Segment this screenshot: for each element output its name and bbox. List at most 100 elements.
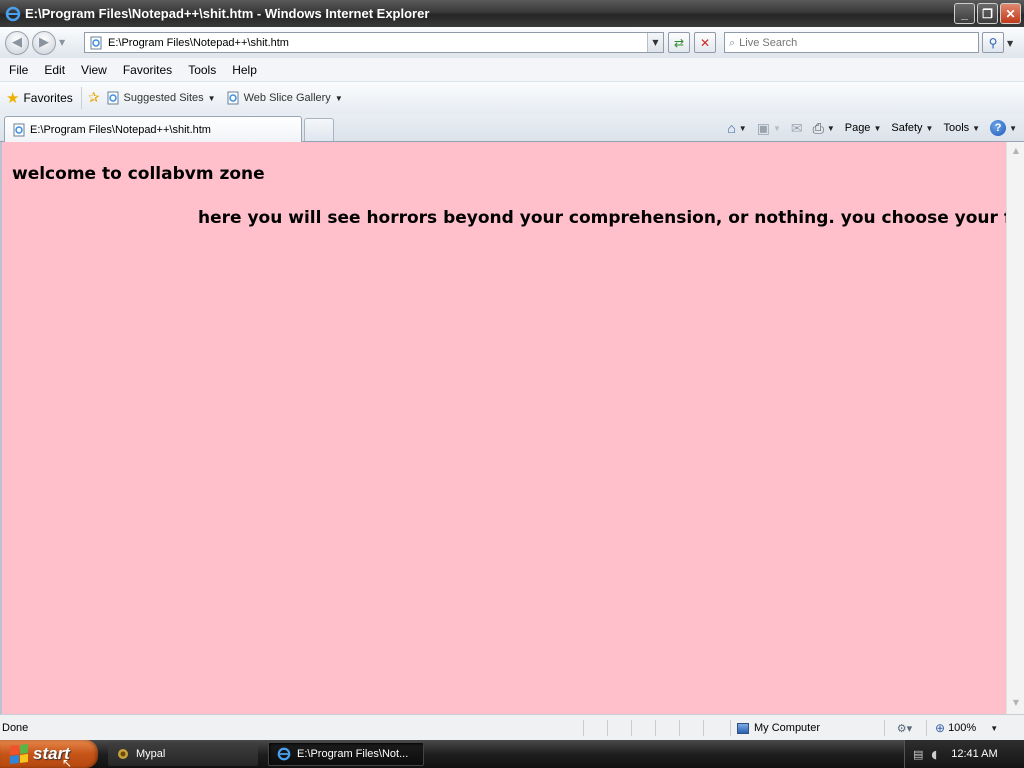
chevron-down-icon: ▼ xyxy=(925,123,934,133)
chevron-down-icon: ▼ xyxy=(738,123,747,133)
home-button[interactable]: ⌂ ▼ xyxy=(724,120,749,136)
stop-button[interactable]: ✕ xyxy=(694,32,716,53)
status-text: Done xyxy=(2,721,29,734)
tools-menu-button[interactable]: Tools ▼ xyxy=(940,122,983,134)
status-pane xyxy=(703,720,727,736)
page-heading: welcome to collabvm zone xyxy=(12,164,265,184)
search-input[interactable] xyxy=(739,36,960,49)
favorites-label: Favorites xyxy=(23,91,73,105)
clock[interactable]: 12:41 AM xyxy=(951,748,997,760)
mouse-cursor-icon: ↖ xyxy=(62,756,73,768)
status-pane xyxy=(631,720,655,736)
page-icon xyxy=(13,123,25,136)
page-menu-button[interactable]: Page ▼ xyxy=(842,122,885,134)
taskbar-button-label: Mypal xyxy=(136,748,166,760)
menu-edit[interactable]: Edit xyxy=(36,63,73,77)
taskbar-button-label: E:\Program Files\Not... xyxy=(297,748,409,760)
mypal-icon xyxy=(118,749,128,759)
add-to-favorites-bar-icon[interactable]: ✰ xyxy=(88,90,100,106)
address-url[interactable]: E:\Program Files\Notepad++\shit.htm xyxy=(108,37,289,49)
safety-menu-button[interactable]: Safety ▼ xyxy=(888,122,936,134)
rss-feed-icon: ▣ xyxy=(756,119,770,136)
stop-icon: ✕ xyxy=(699,35,711,50)
start-button[interactable]: start xyxy=(0,740,98,768)
menu-view[interactable]: View xyxy=(73,63,115,77)
web-slice-gallery-label: Web Slice Gallery xyxy=(243,92,331,104)
mail-icon: ✉ xyxy=(790,119,803,136)
scroll-up-icon[interactable]: ▲ xyxy=(1010,146,1022,158)
navigation-bar: ◀ ▶ ▼ E:\Program Files\Notepad++\shit.ht… xyxy=(0,27,1024,58)
read-mail-button[interactable]: ✉ xyxy=(788,120,806,137)
favorites-bar: ★ Favorites ✰ Suggested Sites ▼ Web Slic… xyxy=(0,82,1024,114)
vertical-scrollbar[interactable]: ▲ ▼ xyxy=(1006,142,1024,714)
magnifier-icon: ⚲ xyxy=(988,35,998,50)
back-button[interactable]: ◀ xyxy=(5,30,29,55)
status-pane xyxy=(679,720,703,736)
window-title: E:\Program Files\Notepad++\shit.htm - Wi… xyxy=(25,6,430,21)
search-options-dropdown[interactable]: ▼ xyxy=(1007,39,1013,48)
address-bar[interactable]: E:\Program Files\Notepad++\shit.htm ▼ xyxy=(84,32,664,53)
new-tab-button[interactable] xyxy=(304,118,334,141)
taskbar: start Mypal E:\Program Files\Not... ▤ ◖ … xyxy=(0,740,1024,768)
close-button[interactable]: ✕ xyxy=(1000,3,1021,24)
star-icon: ★ xyxy=(6,90,20,107)
help-button[interactable]: ? ▼ xyxy=(987,120,1020,136)
zoom-button[interactable]: ⊕ 100% ▼ xyxy=(926,720,1016,736)
refresh-icon: ⇄ xyxy=(673,35,685,50)
printer-icon: ⎙ xyxy=(812,119,824,136)
status-bar: Done My Computer ⚙▾ ⊕ 100% ▼ xyxy=(0,714,1024,740)
gear-icon: ⚙▾ xyxy=(896,721,913,735)
chevron-down-icon: ▼ xyxy=(1009,123,1017,133)
menu-tools[interactable]: Tools xyxy=(180,63,224,77)
suggested-sites-label: Suggested Sites xyxy=(123,92,204,104)
restore-button[interactable]: ❐ xyxy=(977,3,998,24)
security-zone-label: My Computer xyxy=(754,722,821,734)
computer-icon xyxy=(737,722,749,734)
address-dropdown-button[interactable]: ▼ xyxy=(647,33,663,52)
menu-file[interactable]: File xyxy=(0,63,36,77)
minimize-button[interactable]: _ xyxy=(954,3,975,24)
search-box[interactable]: ⌕ xyxy=(724,32,979,53)
security-zone[interactable]: My Computer xyxy=(730,720,880,736)
print-button[interactable]: ⎙ ▼ xyxy=(810,120,838,137)
feeds-button[interactable]: ▣ ▼ xyxy=(754,120,784,137)
separator xyxy=(80,87,82,109)
taskbar-button-mypal[interactable]: Mypal xyxy=(108,742,258,766)
search-button[interactable]: ⚲ xyxy=(982,32,1004,53)
forward-arrow-icon: ▶ xyxy=(39,35,49,50)
chevron-down-icon: ▼ xyxy=(990,723,999,733)
search-icon: ⌕ xyxy=(729,35,736,49)
page-icon xyxy=(227,91,239,105)
chevron-down-icon: ▼ xyxy=(972,123,981,133)
tab-label: E:\Program Files\Notepad++\shit.htm xyxy=(30,123,211,136)
recent-pages-dropdown[interactable]: ▼ xyxy=(59,38,65,47)
command-bar: ⌂ ▼ ▣ ▼ ✉ ⎙ ▼ Page ▼ Safety ▼ Tools ▼ ? ▼ xyxy=(724,117,1020,139)
menu-bar: File Edit View Favorites Tools Help xyxy=(0,58,1024,82)
scroll-down-icon[interactable]: ▼ xyxy=(1010,698,1022,710)
suggested-sites-link[interactable]: Suggested Sites ▼ xyxy=(106,91,216,105)
system-tray: ▤ ◖ 12:41 AM xyxy=(904,740,1024,768)
keyboard-icon[interactable]: ▤ xyxy=(913,748,923,761)
status-pane xyxy=(583,720,607,736)
taskbar-button-ie[interactable]: E:\Program Files\Not... xyxy=(268,742,424,766)
favorites-button[interactable]: ★ Favorites xyxy=(6,89,73,107)
menu-favorites[interactable]: Favorites xyxy=(115,63,180,77)
chevron-down-icon: ▼ xyxy=(772,123,781,133)
zoom-icon: ⊕ xyxy=(935,721,946,735)
title-bar: E:\Program Files\Notepad++\shit.htm - Wi… xyxy=(0,0,1024,27)
tab-current[interactable]: E:\Program Files\Notepad++\shit.htm xyxy=(4,116,302,142)
refresh-button[interactable]: ⇄ xyxy=(668,32,690,53)
chevron-down-icon: ▼ xyxy=(826,123,835,133)
protected-mode-button[interactable]: ⚙▾ xyxy=(884,720,924,736)
web-slice-gallery-link[interactable]: Web Slice Gallery ▼ xyxy=(226,91,343,105)
forward-button[interactable]: ▶ xyxy=(32,30,56,55)
back-arrow-icon: ◀ xyxy=(12,35,22,50)
menu-help[interactable]: Help xyxy=(224,63,265,77)
chevron-down-icon: ▼ xyxy=(873,123,882,133)
page-subheading: here you will see horrors beyond your co… xyxy=(198,208,1024,228)
zoom-level: 100% xyxy=(948,722,977,734)
safety-menu-label: Safety xyxy=(891,122,923,134)
volume-icon[interactable]: ◖ xyxy=(931,748,937,761)
tab-bar: E:\Program Files\Notepad++\shit.htm ⌂ ▼ ▣… xyxy=(0,114,1024,142)
page-icon xyxy=(90,36,102,49)
